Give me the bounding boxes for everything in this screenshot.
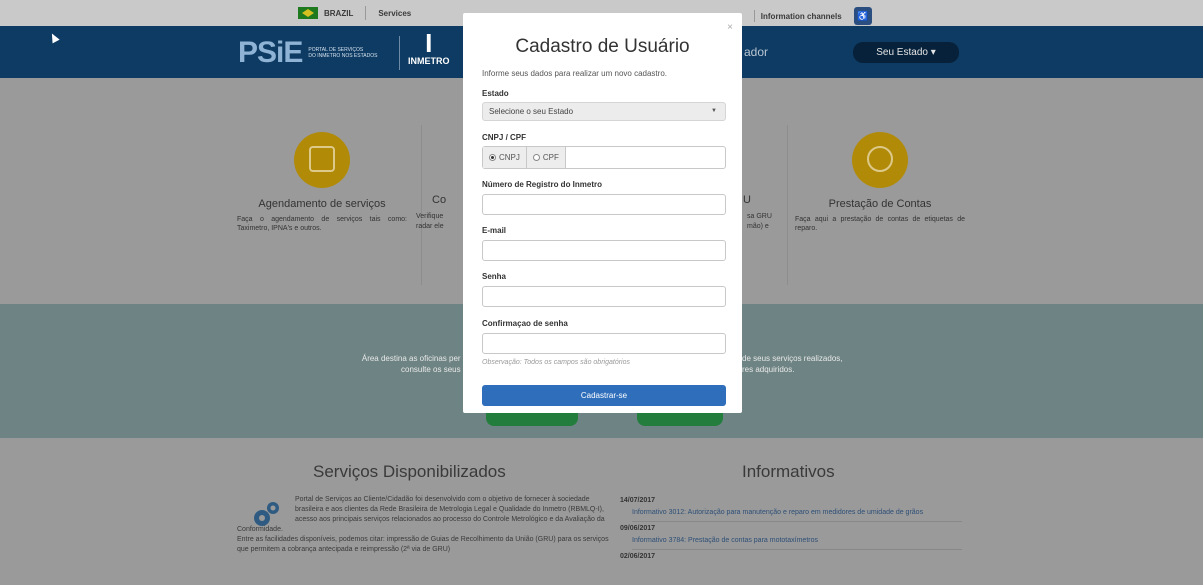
country-link[interactable]: BRAZIL: [324, 9, 353, 18]
card-desc: Faça aqui a prestação de contas de etiqu…: [795, 216, 965, 232]
card-desc: Faça o agendamento de serviços tais como…: [237, 216, 407, 232]
confirm-password-field[interactable]: [482, 333, 726, 354]
password-field[interactable]: [482, 286, 726, 307]
card-title: Agendamento de serviços: [258, 198, 386, 210]
card-desc-partial: Verifique radar ele: [416, 213, 444, 230]
search-report-icon: [852, 132, 908, 188]
doc-number-input[interactable]: [566, 147, 725, 168]
card-agendamento[interactable]: Agendamento de serviços Faça o agendamen…: [237, 132, 407, 233]
registro-label: Número de Registro do Inmetro: [482, 180, 603, 189]
estado-label: Estado: [482, 89, 509, 98]
signup-modal: × Cadastro de Usuário Informe seus dados…: [463, 13, 742, 413]
band-text-left: Área destina as oficinas per consulte os …: [361, 354, 461, 374]
cnpj-radio[interactable]: CNPJ: [483, 147, 527, 168]
services-link[interactable]: Services: [378, 9, 411, 18]
accessibility-icon[interactable]: ♿: [853, 7, 872, 25]
info-channels-link[interactable]: Information channels: [761, 12, 842, 21]
modal-intro: Informe seus dados para realizar um novo…: [482, 69, 667, 78]
inmetro-mark: I: [425, 28, 433, 58]
services-text: Portal de Serviços ao Cliente/Cidadão fo…: [237, 496, 609, 553]
seu-estado-button[interactable]: Seu Estado ▾: [853, 42, 959, 63]
info-link[interactable]: Informativo 3012: Autorização para manut…: [632, 509, 962, 522]
band-button[interactable]: [637, 412, 723, 426]
nav-link-partial[interactable]: ador: [744, 45, 768, 59]
divider: [753, 10, 755, 22]
info-title: Informativos: [742, 462, 835, 481]
required-note: Observação: Todos os campos são obrigató…: [482, 359, 630, 366]
info-list: 14/07/2017 Informativo 3012: Autorização…: [620, 494, 962, 560]
chevron-down-icon: ▼: [711, 108, 717, 114]
close-icon[interactable]: ×: [727, 22, 733, 33]
senha-label: Senha: [482, 272, 507, 281]
info-link[interactable]: Informativo 3784: Prestação de contas pa…: [632, 537, 962, 550]
estado-select-value: Selecione o seu Estado: [489, 107, 574, 116]
card-title-partial: Co: [432, 194, 447, 206]
cpf-radio[interactable]: CPF: [526, 147, 566, 168]
radio-checked-icon: [489, 154, 496, 161]
calendar-icon: [294, 132, 350, 188]
info-date: 09/06/2017: [620, 525, 656, 532]
card-divider: [787, 125, 788, 285]
registro-input[interactable]: [482, 194, 726, 215]
band-text-right: de seus serviços realizados, res adquirid…: [742, 354, 843, 374]
modal-title: Cadastro de Usuário: [515, 36, 690, 57]
doc-label: CNPJ / CPF: [482, 133, 527, 142]
services-title: Serviços Disponibilizados: [313, 462, 506, 481]
brazil-flag-icon: [298, 7, 318, 19]
doc-input-group: CNPJ CPF: [482, 146, 726, 169]
card-divider: [421, 125, 422, 285]
logo-text: PSiE: [238, 36, 303, 69]
email-label: E-mail: [482, 226, 507, 235]
info-date: 02/06/2017: [620, 553, 656, 560]
logo-divider: [399, 36, 401, 70]
card-title-partial: U: [743, 194, 751, 206]
signup-button[interactable]: Cadastrar-se: [482, 385, 726, 406]
card-prestacao-contas[interactable]: Prestação de Contas Faça aqui a prestaçã…: [795, 132, 965, 233]
divider: [365, 6, 367, 20]
gov-bar-left: BRAZIL Services: [298, 4, 411, 22]
radio-unchecked-icon: [532, 154, 540, 161]
inmetro-logo[interactable]: I INMETRO: [408, 30, 450, 66]
confirm-label: Confirmaçao de senha: [482, 319, 568, 328]
psie-logo[interactable]: PSiE PORTAL DE SERVIÇOS DO INMETRO NOS E…: [238, 36, 401, 70]
email-field[interactable]: [482, 240, 726, 261]
logo-subtitle: PORTAL DE SERVIÇOS DO INMETRO NOS ESTADO…: [308, 47, 378, 59]
estado-select[interactable]: Selecione o seu Estado ▼: [482, 102, 726, 121]
band-button[interactable]: [486, 412, 578, 426]
card-title: Prestação de Contas: [828, 198, 932, 210]
inmetro-label: INMETRO: [408, 56, 450, 66]
card-desc-partial: sa GRU mão) e: [747, 213, 772, 230]
info-date: 14/07/2017: [620, 497, 656, 504]
